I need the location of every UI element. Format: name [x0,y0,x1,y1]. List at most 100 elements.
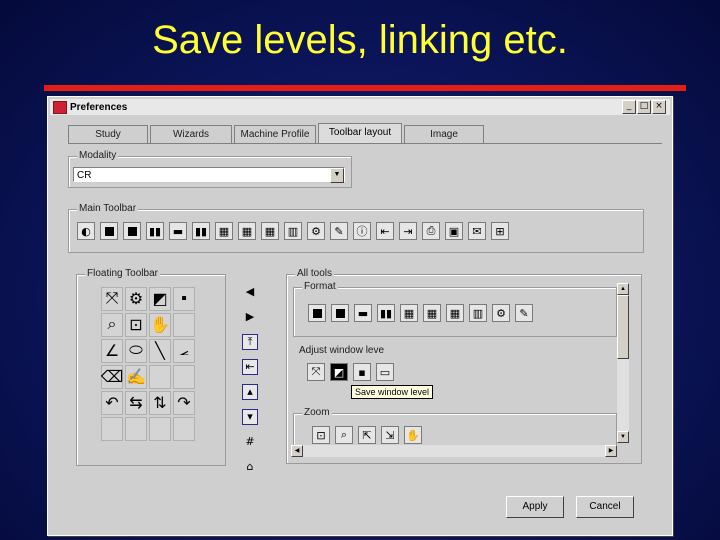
toolbar-layout-page: Modality CR ▼ Main Toolbar ◐ ▮▮ ▬ ▮▮ ▦ ▦ [68,143,662,520]
window-titlebar[interactable]: Preferences _ □ × [50,99,670,115]
zoom-out-icon[interactable]: ⇲ [381,426,399,444]
layout-3x2-icon[interactable]: ▦ [423,304,441,322]
magnifier-icon[interactable]: ⌕ [335,426,353,444]
move-first-icon[interactable]: ⇤ [242,359,258,375]
move-top-icon[interactable]: ⤒ [242,334,258,350]
empty-cell [173,365,195,389]
title-divider [44,85,686,91]
tab-machine-profile[interactable]: Machine Profile [234,125,316,144]
preset-window-level-icon[interactable]: ▭ [376,363,394,381]
layout-1x1-icon[interactable] [308,304,326,322]
main-toolbar-label: Main Toolbar [77,203,139,214]
layout-2x2-icon[interactable]: ▦ [400,304,418,322]
film-icon[interactable]: ⚙ [125,287,147,311]
close-button[interactable]: × [652,100,666,114]
eraser-icon[interactable]: ⌫ [101,365,123,389]
zoom-box-icon[interactable]: ⊡ [312,426,330,444]
lock-icon[interactable]: ⌂ [242,459,258,475]
maximize-button[interactable]: □ [637,100,651,114]
text-annotation-icon[interactable]: ✍ [125,365,147,389]
layout-1x1-icon[interactable] [100,222,118,240]
cobb-angle-icon[interactable]: ⦟ [173,339,195,363]
zoom-section-label: Zoom [302,407,332,418]
tab-image[interactable]: Image [404,125,484,144]
ellipse-roi-icon[interactable]: ⬭ [125,339,147,363]
line-icon[interactable]: ╲ [149,339,171,363]
drag-icon[interactable]: ⤧ [101,287,123,311]
magnifier-icon[interactable]: ⌕ [101,313,123,337]
move-right-icon[interactable]: ▶ [242,309,258,325]
rotate-left-icon[interactable]: ↶ [101,391,123,415]
save-window-level-icon[interactable]: ▪ [353,363,371,381]
film-icon[interactable]: ⚙ [307,222,325,240]
hand-icon[interactable]: ✋ [149,313,171,337]
tab-wizards[interactable]: Wizards [150,125,232,144]
minimize-button[interactable]: _ [622,100,636,114]
window-level-icon[interactable]: ◩ [149,287,171,311]
adjust-window-level-strip: ⤧ ◩ ▪ ▭ [307,363,399,381]
hand-icon[interactable]: ✋ [404,426,422,444]
modality-label: Modality [77,150,119,161]
layout-1x1-alt-icon[interactable] [331,304,349,322]
info-icon[interactable]: ⓘ [353,222,371,240]
grid-layout-icon[interactable]: # [242,434,258,450]
all-tools-group: All tools Format ▬ ▮▮ ▦ ▦ ▦ ▥ ⚙ ✎ Adjust… [286,268,642,464]
next-series-icon[interactable]: ⇥ [399,222,417,240]
layout-1x2-icon[interactable]: ▮▮ [377,304,395,322]
move-down-icon[interactable]: ▾ [242,409,258,425]
layout-3x3-icon[interactable]: ▦ [446,304,464,322]
layout-1x1-alt-icon[interactable] [123,222,141,240]
layout-2x2-icon[interactable]: ▦ [215,222,233,240]
flip-vertical-icon[interactable]: ⇅ [149,391,171,415]
layout-1x2-icon[interactable]: ▮▮ [146,222,164,240]
window-level-icon[interactable]: ◩ [330,363,348,381]
scrollbar-thumb[interactable] [617,295,629,359]
save-icon[interactable]: ▣ [445,222,463,240]
modality-select[interactable]: CR ▼ [73,167,345,183]
chevron-down-icon[interactable]: ▼ [330,168,344,183]
scroll-down-icon[interactable]: ▼ [617,431,629,443]
empty-cell [173,313,195,337]
tools-icon[interactable]: ✎ [330,222,348,240]
scroll-right-icon[interactable]: ▶ [605,445,617,457]
move-up-icon[interactable]: ▴ [242,384,258,400]
all-tools-scrollbar[interactable]: ▲ ▼ [617,283,629,443]
scroll-left-icon[interactable]: ◀ [291,445,303,457]
zoom-strip: ⊡ ⌕ ⇱ ⇲ ✋ [312,426,427,444]
zoom-box-icon[interactable]: ⊡ [125,313,147,337]
network-icon[interactable]: ⊞ [491,222,509,240]
empty-cell [125,417,147,441]
prev-series-icon[interactable]: ⇤ [376,222,394,240]
tab-toolbar-layout[interactable]: Toolbar layout [318,123,402,144]
film-icon[interactable]: ⚙ [492,304,510,322]
rotate-right-icon[interactable]: ↷ [173,391,195,415]
layout-2x1-icon[interactable]: ▬ [169,222,187,240]
layout-4x4-icon[interactable]: ▥ [284,222,302,240]
invert-icon[interactable]: ◐ [77,222,95,240]
cancel-button[interactable]: Cancel [576,496,634,518]
tools-icon[interactable]: ✎ [515,304,533,322]
layout-3x2-icon[interactable]: ▦ [238,222,256,240]
all-tools-hscrollbar[interactable]: ◀ ▶ [291,445,617,457]
modality-group: Modality CR ▼ [68,150,352,188]
print-icon[interactable]: ⎙ [422,222,440,240]
scroll-up-icon[interactable]: ▲ [617,283,629,295]
report-icon[interactable]: ✉ [468,222,486,240]
apply-button[interactable]: Apply [506,496,564,518]
drag-icon[interactable]: ⤧ [307,363,325,381]
slide-title: Save levels, linking etc. [152,18,568,62]
move-left-icon[interactable]: ◀ [242,284,258,300]
layout-2x1-icon[interactable]: ▬ [354,304,372,322]
window-title: Preferences [70,101,128,113]
save-window-level-icon[interactable]: ▪ [173,287,195,311]
floating-toolbar-label: Floating Toolbar [85,268,160,279]
layout-split-icon[interactable]: ▮▮ [192,222,210,240]
save-window-level-tooltip: Save window level [351,385,434,399]
angle-icon[interactable]: ∠ [101,339,123,363]
zoom-in-icon[interactable]: ⇱ [358,426,376,444]
flip-horizontal-icon[interactable]: ⇆ [125,391,147,415]
tab-study[interactable]: Study [68,125,148,144]
layout-4x4-icon[interactable]: ▥ [469,304,487,322]
layout-3x3-icon[interactable]: ▦ [261,222,279,240]
empty-slot-icon [514,222,532,240]
